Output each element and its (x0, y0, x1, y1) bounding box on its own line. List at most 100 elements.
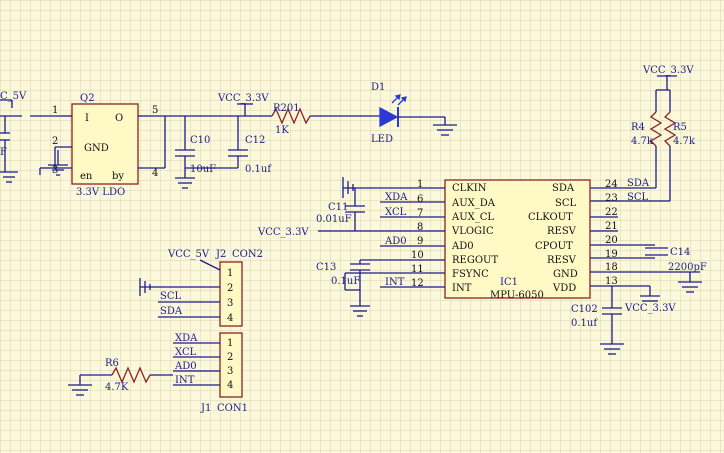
ic1-pin-num-7: 7 (417, 208, 423, 219)
c10-value: 10uF (190, 164, 216, 175)
r4-value: 4.7k (631, 136, 654, 147)
j2-pin-1: 1 (227, 268, 233, 279)
j1-net-xcl: XCL (175, 347, 197, 358)
j1-net-int: INT (175, 375, 195, 386)
c11-ref: C11 (328, 202, 348, 213)
q2-pin-i: I (85, 113, 89, 124)
ic1-pin-regout: REGOUT (452, 255, 498, 266)
ic1-pin-vdd: VDD (552, 283, 576, 294)
ic1-pin-num-10: 10 (411, 250, 424, 261)
ic1-value: MPU-6050 (490, 290, 544, 301)
ic1-pin-num-9: 9 (417, 236, 423, 247)
net-label-5v-j2: VCC_5V (167, 249, 210, 260)
j2-net-sda: SDA (160, 306, 183, 317)
j1-pin-1: 1 (227, 338, 233, 349)
q2-pin-num-4: 4 (152, 168, 158, 179)
ic1-pin-num-21: 21 (605, 221, 618, 232)
net-label-5v-left: C_5V (0, 91, 27, 102)
ic1-pin-num-13: 13 (605, 276, 618, 287)
j2-ref: J2 (215, 249, 226, 260)
j1-net-xda: XDA (175, 333, 198, 344)
ic1-pin-aux-cl: AUX_CL (451, 212, 494, 223)
ic1-pin-sda: SDA (552, 183, 575, 194)
net-label-3v3-ldo: VCC_3.3V (217, 93, 269, 104)
ic1-net-scl: SCL (627, 192, 649, 203)
schematic-sheet: C_5V VCC_3.3V VCC_3.3V VCC_3.3V VCC_3.3V… (0, 0, 724, 453)
ic1-pin-cpout: CPOUT (535, 241, 573, 252)
c12-ref: C12 (245, 135, 265, 146)
q2-pin-by: by (112, 171, 124, 182)
ic1-ref: IC1 (500, 277, 518, 288)
j1-ref: J1 (200, 403, 211, 414)
c12-value: 0.1uf (245, 164, 272, 175)
ic1-pin-num-8: 8 (417, 222, 423, 233)
ic1-pin-clkout: CLKOUT (528, 212, 573, 223)
ic1-net-ad0: AD0 (384, 236, 407, 247)
j2-value: CON2 (232, 249, 263, 260)
c102-ref: C102 (571, 304, 598, 315)
q2-pin-num-2: 2 (52, 136, 58, 147)
ic1-pin-ad0: AD0 (451, 241, 474, 252)
q2-pin-en: en (80, 171, 93, 182)
c14-value: 2200pF (668, 262, 707, 273)
ic1-pin-int: INT (452, 283, 472, 294)
q2-ref: Q2 (80, 93, 95, 104)
ic1-pin-scl: SCL (555, 198, 577, 209)
q2-pin-o: O (115, 113, 123, 124)
c102-value: 0.1uf (571, 318, 598, 329)
ic1-pin-num-11: 11 (411, 264, 424, 275)
r4-ref: R4 (631, 122, 645, 133)
q2-pin-num-1: 1 (52, 105, 58, 116)
ic1-net-int: INT (385, 277, 405, 288)
q2-value: 3.3V LDO (76, 187, 125, 198)
ic1-net-xda: XDA (385, 192, 408, 203)
r201-ref: R201 (273, 103, 300, 114)
q2-pin-gnd: GND (84, 143, 109, 154)
j1-value: CON1 (217, 403, 248, 414)
ic1-pin-resv-1: RESV (547, 226, 577, 237)
j1-pin-2: 2 (227, 352, 233, 363)
j2-pin-3: 3 (227, 298, 233, 309)
d1-ref: D1 (371, 82, 385, 93)
ic1-pin-num-20: 20 (605, 235, 618, 246)
ic1-pin-num-1: 1 (417, 179, 423, 190)
r201-value: 1K (275, 125, 289, 136)
ic1-net-xcl: XCL (385, 207, 407, 218)
ic1-net-sda: SDA (627, 178, 650, 189)
q2-pin-num-3: 3 (52, 165, 58, 176)
j1-pin-4: 4 (227, 380, 233, 391)
j1-pin-3: 3 (227, 366, 233, 377)
ic1-pin-clkin: CLKIN (452, 183, 487, 194)
ic1-pin-num-18: 18 (605, 262, 618, 273)
j2-pin-4: 4 (227, 313, 233, 324)
c14-ref: C14 (670, 247, 690, 258)
left-cap-value: F (0, 147, 7, 158)
c10-ref: C10 (190, 135, 210, 146)
d1-value: LED (371, 134, 393, 145)
net-label-3v3-vlogic: VCC_3.3V (257, 227, 309, 238)
ic1-pin-num-22: 22 (605, 207, 618, 218)
j1-net-ad0: AD0 (174, 361, 197, 372)
c13-value: 0.1uF (331, 276, 360, 287)
r5-value: 4.7k (673, 136, 696, 147)
ic1-pin-fsync: FSYNC (452, 269, 489, 280)
ic1-pin-gnd: GND (553, 269, 578, 280)
net-label-3v3-vdd: VCC_3.3V (624, 303, 676, 314)
ic1-pin-num-12: 12 (411, 278, 424, 289)
j2-net-scl: SCL (160, 291, 182, 302)
ic1-pin-vlogic: VLOGIC (451, 226, 494, 237)
ic1-pin-aux-da: AUX_DA (451, 198, 496, 209)
net-label-3v3-top: VCC_3.3V (642, 65, 694, 76)
j2-pin-2: 2 (227, 283, 233, 294)
r6-ref: R6 (105, 358, 119, 369)
c11-value: 0.01uF (316, 214, 352, 225)
ic1-pin-resv-2: RESV (547, 255, 577, 266)
ic1-pin-num-6: 6 (417, 194, 423, 205)
r5-ref: R5 (673, 122, 687, 133)
c13-ref: C13 (316, 262, 336, 273)
q2-pin-num-5: 5 (152, 105, 158, 116)
ic1-pin-num-19: 19 (605, 249, 618, 260)
ic1-pin-num-23: 23 (605, 193, 618, 204)
ic1-pin-num-24: 24 (605, 179, 618, 190)
r6-value: 4.7K (105, 382, 129, 393)
